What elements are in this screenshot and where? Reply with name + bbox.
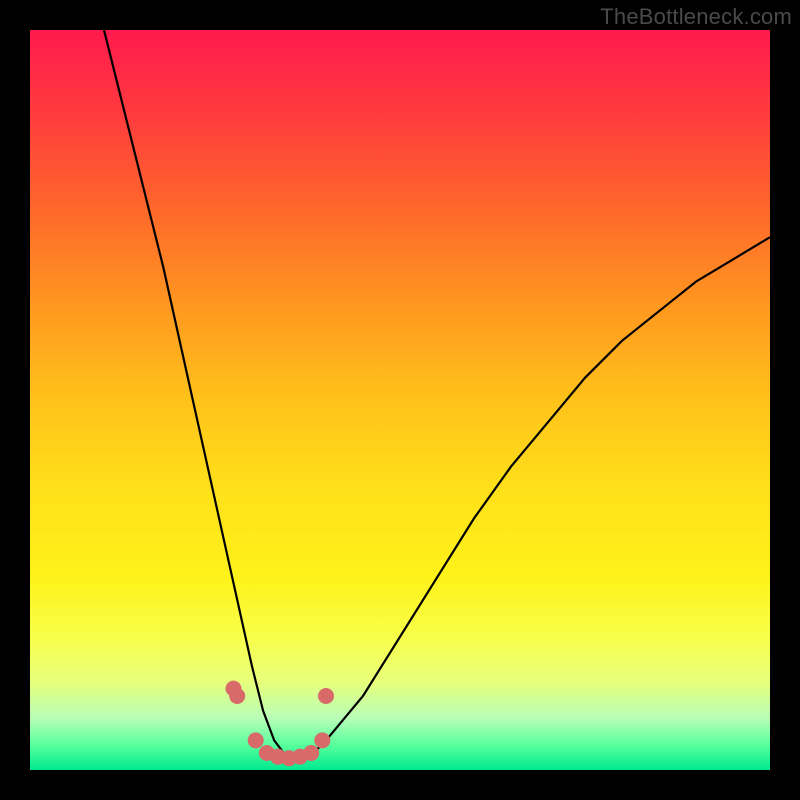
marker-dot (248, 732, 264, 748)
marker-dots (226, 681, 335, 767)
marker-dot (314, 732, 330, 748)
chart-frame: TheBottleneck.com (0, 0, 800, 800)
bottleneck-curve (104, 30, 770, 759)
marker-dot (318, 688, 334, 704)
chart-plot-area (30, 30, 770, 770)
marker-dot (303, 745, 319, 761)
marker-dot (229, 688, 245, 704)
watermark-text: TheBottleneck.com (600, 4, 792, 30)
chart-svg (30, 30, 770, 770)
